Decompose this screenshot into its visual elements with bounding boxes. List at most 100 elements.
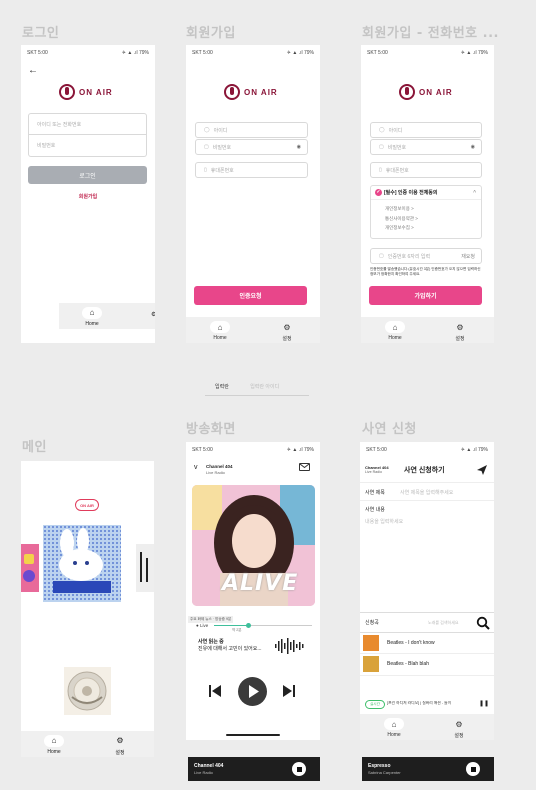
story-title-input[interactable]: 사연 제목을 입력해주세요	[400, 489, 453, 496]
tab-input-active[interactable]: 입력란	[205, 383, 239, 390]
mini-player[interactable]: Channel 404 Live Radio	[188, 757, 320, 781]
mini-player[interactable]: Espresso Sabrina Carpenter	[362, 757, 494, 781]
user-icon: ◯	[379, 127, 385, 133]
tab-home[interactable]: ⌂ Home	[81, 307, 103, 327]
user-icon: ◯	[204, 127, 210, 133]
progress-track[interactable]	[214, 623, 312, 628]
carousel-thumb-left[interactable]	[21, 544, 39, 592]
song-title: Beatles - Blah blah	[387, 661, 429, 667]
tab-home-label: Home	[85, 321, 99, 327]
channel-subtitle: Live Radio	[365, 470, 382, 474]
microphone-icon	[59, 84, 75, 100]
stop-button[interactable]	[292, 762, 306, 776]
skip-previous-icon[interactable]	[208, 684, 222, 698]
id-input[interactable]: ◯ 아이디	[370, 122, 482, 138]
password-input[interactable]: 비밀번호	[28, 135, 147, 157]
broadcast-screen: SKT 5:00 ✈ ▲ .ıl 79% v Channel 404 Live …	[186, 442, 320, 740]
stop-icon	[470, 766, 476, 772]
stop-icon	[296, 766, 302, 772]
phone-icon: ▯	[204, 167, 207, 173]
stop-button[interactable]	[466, 762, 480, 776]
login-button[interactable]: 로그인	[28, 166, 147, 184]
tab-home-label: Home	[47, 749, 61, 755]
join-button[interactable]: 가입하기	[369, 286, 482, 305]
terms-item[interactable]: 통신사이용약관 >	[385, 214, 418, 224]
eye-off-icon[interactable]: ◉	[471, 144, 475, 150]
tab-underline	[205, 395, 309, 396]
main-screen: ON AIR ⌂ Home ⚙ 설정	[21, 461, 154, 757]
resend-button[interactable]: 재요청	[461, 253, 475, 260]
song-request-label: 신청곡	[365, 620, 379, 626]
password-input[interactable]: ▢ 비밀번호 ◉	[195, 139, 308, 155]
chevron-down-icon[interactable]: v	[194, 464, 198, 471]
send-icon[interactable]	[476, 464, 488, 476]
now-playing-text: 진유에 대해서 고민이 있어요...	[198, 646, 262, 652]
album-art: ALIVE	[192, 485, 315, 606]
status-time: SKT 5:00	[192, 50, 213, 56]
song-search-input[interactable]: 노래를 검색하세요	[428, 620, 459, 626]
tab-home[interactable]: ⌂ Home	[39, 735, 69, 755]
terms-item[interactable]: 개인정보수집 >	[385, 223, 418, 233]
tab-home[interactable]: ⌂ Home	[380, 321, 410, 341]
story-content-input[interactable]: 내용을 입력하세요	[365, 518, 489, 608]
song-list-item[interactable]: Beatles - I don't know	[360, 633, 494, 653]
id-placeholder: 아이디	[213, 127, 228, 134]
phone-icon: ▯	[379, 167, 382, 173]
logo-text: ON AIR	[79, 87, 113, 97]
tab-settings[interactable]: ⚙ 설정	[105, 735, 135, 756]
terms-item[interactable]: 개인정보이용 >	[385, 204, 418, 214]
phone-placeholder: 휴대폰번호	[210, 167, 234, 174]
tab-settings-label: 설정	[455, 336, 465, 342]
back-arrow-icon[interactable]: ←	[28, 65, 38, 76]
phone-input[interactable]: ▯ 휴대폰번호	[195, 162, 308, 178]
terms-agree-all[interactable]: ✓ [필수] 인증 이용 전체동의 ^	[371, 186, 481, 200]
tab-input-id[interactable]: 입력란 아이디	[240, 383, 289, 390]
app-logo: ON AIR	[59, 82, 113, 102]
id-placeholder: 아이디	[388, 127, 403, 134]
song-list-item[interactable]: Beatles - Blah blah	[360, 654, 494, 674]
status-time: SKT 5:00	[366, 447, 387, 453]
settings-icon: ⚙	[455, 719, 463, 729]
chevron-up-icon[interactable]: ^	[473, 190, 476, 196]
password-placeholder: 비밀번호	[212, 144, 232, 151]
phone-placeholder: 휴대폰번호	[385, 167, 409, 174]
check-icon: ✓	[375, 189, 382, 196]
microphone-icon	[224, 84, 240, 100]
home-indicator	[226, 734, 280, 736]
home-icon: ⌂	[82, 307, 102, 319]
skip-next-icon[interactable]	[282, 684, 296, 698]
play-button[interactable]	[238, 677, 267, 706]
status-icons: ✈ ▲ .ıl 79%	[286, 447, 314, 453]
carousel-card-center[interactable]	[43, 525, 121, 602]
progress-knob[interactable]	[245, 623, 251, 628]
tab-bar: ⌂ Home ⚙ 설정	[360, 714, 494, 740]
verification-code-input[interactable]: ▢ 인증번호 6자리 입력 재요청	[370, 248, 482, 264]
mail-icon[interactable]	[299, 463, 310, 471]
story-content-label: 사연 내용	[365, 507, 385, 513]
tab-settings[interactable]: ⚙ 설정	[444, 718, 474, 740]
song-title: Beatles - I don't know	[387, 640, 435, 646]
tab-bar: ⌂ Home ⚙	[59, 303, 155, 329]
carousel-thumb-right[interactable]	[136, 544, 154, 592]
tab-settings-label: 설정	[115, 750, 125, 756]
tab-settings[interactable]: ⚙ 설정	[272, 321, 302, 343]
verify-request-button[interactable]: 인증요청	[194, 286, 307, 305]
phone-input[interactable]: ▯ 휴대폰번호	[370, 162, 482, 178]
pause-icon[interactable]: ❚❚	[479, 700, 489, 707]
live-label: ● Live	[196, 623, 209, 628]
search-icon[interactable]	[476, 616, 490, 630]
divider	[360, 500, 494, 501]
tab-home[interactable]: ⌂ Home	[379, 718, 409, 738]
record-thumbnail[interactable]	[64, 667, 111, 715]
password-input[interactable]: ▢ 비밀번호 ◉	[370, 139, 482, 155]
id-input[interactable]: ◯ 아이디	[195, 122, 308, 138]
progress-time: 약 2분	[232, 628, 242, 632]
status-time: SKT 5:00	[27, 50, 48, 56]
tab-settings[interactable]: ⚙ 설정	[445, 321, 475, 343]
tab-home[interactable]: ⌂ Home	[205, 321, 235, 341]
signup-link[interactable]: 회원가입	[21, 193, 155, 200]
id-input[interactable]: 아이디 또는 전화번호	[28, 113, 147, 135]
eye-off-icon[interactable]: ◉	[297, 144, 301, 150]
settings-icon[interactable]: ⚙	[151, 311, 155, 318]
song-thumbnail	[363, 656, 379, 672]
